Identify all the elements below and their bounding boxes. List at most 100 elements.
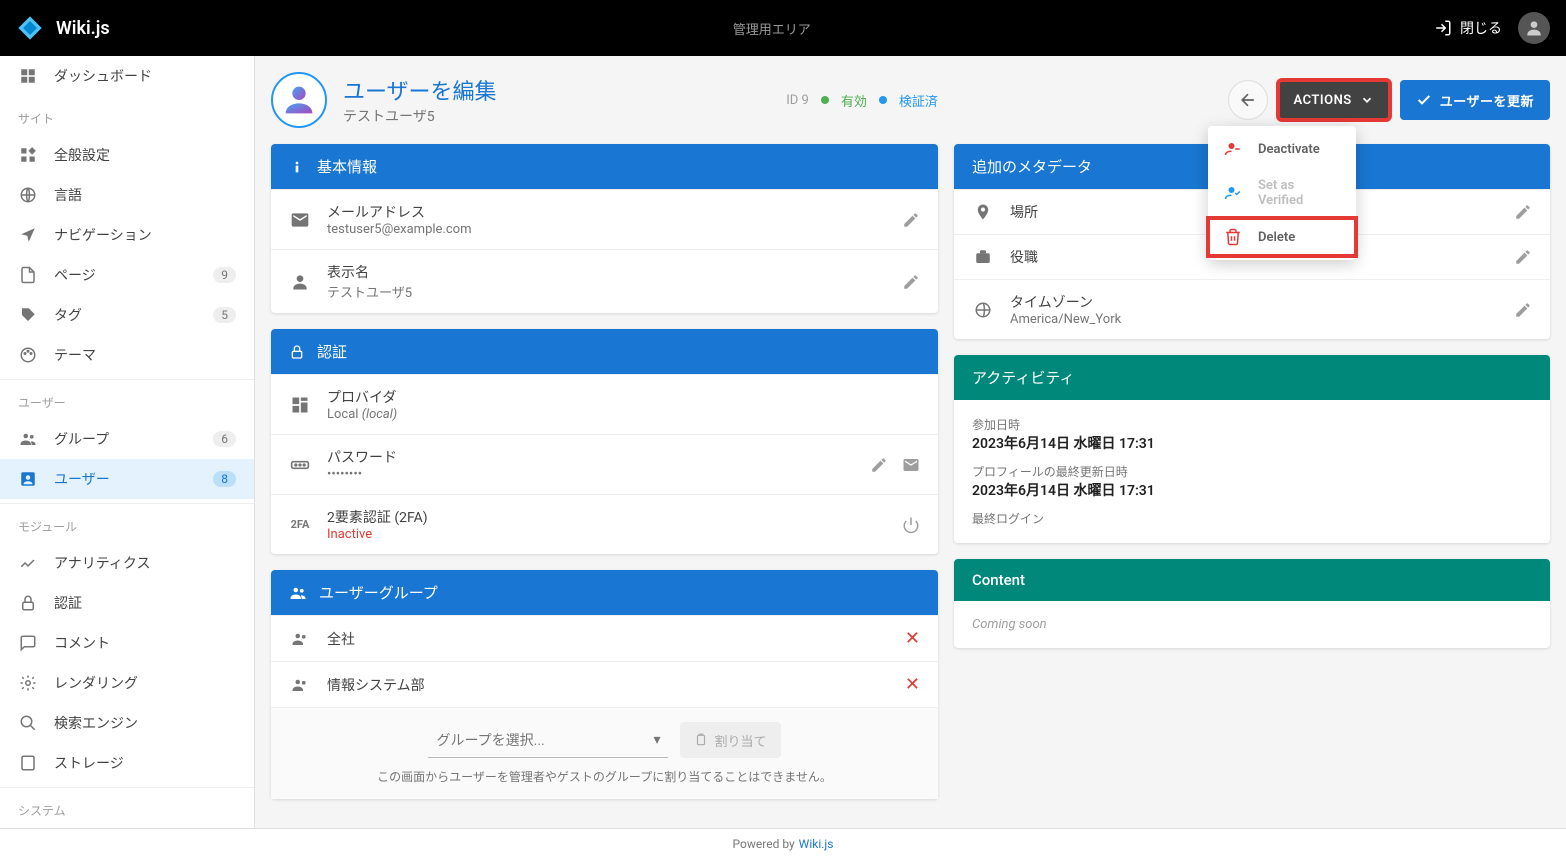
sidebar-section-users: ユーザー — [0, 379, 254, 419]
info-icon — [289, 159, 305, 175]
user-avatar[interactable] — [1518, 12, 1550, 44]
content-header: Content — [954, 559, 1550, 601]
actions-menu: Deactivate Set as Verified Delete — [1208, 126, 1356, 260]
footer: Powered by Wiki.js — [0, 828, 1566, 858]
status-dot-verified — [879, 96, 887, 104]
exit-icon — [1434, 19, 1452, 37]
close-label: 閉じる — [1460, 18, 1502, 38]
sidebar-item-dashboard[interactable]: ダッシュボード — [0, 56, 254, 96]
user-check-icon — [1224, 184, 1242, 202]
remove-group-button[interactable]: ✕ — [905, 674, 920, 695]
chevron-down-icon — [1360, 93, 1374, 107]
sidebar-item-navigation[interactable]: ナビゲーション — [0, 215, 254, 255]
footer-link[interactable]: Wiki.js — [799, 837, 834, 851]
sidebar-item-tags[interactable]: タグ 5 — [0, 295, 254, 335]
actions-button[interactable]: Actions — [1278, 80, 1390, 120]
edit-timezone-button[interactable] — [1514, 301, 1532, 319]
widgets-icon — [18, 145, 38, 165]
sidebar-section-site: サイト — [0, 96, 254, 135]
password-row: パスワード •••••••• — [271, 434, 938, 494]
search-icon — [18, 713, 38, 733]
status-verified: 検証済 — [899, 91, 938, 110]
groups-note: この画面からユーザーを管理者やゲストのグループに割り当てることはできません。 — [289, 768, 920, 785]
back-button[interactable] — [1228, 80, 1268, 120]
check-icon — [1416, 92, 1432, 108]
group-row-0: 全社 ✕ — [271, 615, 938, 661]
lock-icon — [18, 593, 38, 613]
content-body: Coming soon — [954, 601, 1550, 648]
tfa-power-button[interactable] — [902, 516, 920, 534]
menu-item-deactivate[interactable]: Deactivate — [1208, 130, 1356, 168]
edit-location-button[interactable] — [1514, 203, 1532, 221]
group-select[interactable]: グループを選択... ▾ — [428, 722, 668, 758]
remove-group-button[interactable]: ✕ — [905, 628, 920, 649]
user-id-label: ID 9 — [786, 93, 809, 108]
password-icon — [289, 455, 311, 475]
edit-name-button[interactable] — [902, 273, 920, 291]
basic-info-card: 基本情報 メールアドレス testuser5@example.com 表 — [271, 144, 938, 313]
page-subtitle: テストユーザ5 — [343, 106, 497, 126]
topbar-title: 管理用エリア — [110, 19, 1434, 38]
clipboard-icon — [694, 733, 708, 747]
close-button[interactable]: 閉じる — [1434, 18, 1502, 38]
sidebar-item-users[interactable]: ユーザー 8 — [0, 459, 254, 499]
mail-password-button[interactable] — [902, 456, 920, 474]
tag-icon — [18, 305, 38, 325]
update-user-button[interactable]: ユーザーを更新 — [1400, 80, 1550, 120]
sidebar-item-theme[interactable]: テーマ — [0, 335, 254, 375]
sidebar-item-comments[interactable]: コメント — [0, 623, 254, 663]
groups-card: ユーザーグループ 全社 ✕ 情報システム部 ✕ — [271, 570, 938, 799]
groups-icon — [289, 584, 307, 602]
group-row-1: 情報システム部 ✕ — [271, 661, 938, 707]
auth-card: 認証 プロバイダ Local (local) パスワード •••••• — [271, 329, 938, 554]
sidebar-section-system: システム — [0, 787, 254, 827]
sidebar-item-search[interactable]: 検索エンジン — [0, 703, 254, 743]
groups-icon — [289, 676, 311, 694]
storage-icon — [18, 753, 38, 773]
sidebar-item-auth[interactable]: 認証 — [0, 583, 254, 623]
topbar: Wiki.js 管理用エリア 閉じる — [0, 0, 1566, 56]
menu-item-delete[interactable]: Delete — [1208, 218, 1356, 256]
edit-job-button[interactable] — [1514, 248, 1532, 266]
header-meta: ID 9 有効 検証済 — [513, 91, 1212, 110]
timezone-row: タイムゾーン America/New_York — [954, 279, 1550, 339]
map-pin-icon — [972, 203, 994, 221]
groups-footer: グループを選択... ▾ 割り当て この画面からユーザーを管理者やゲストのグルー… — [271, 707, 938, 799]
tfa-row: 2FA 2要素認証 (2FA) Inactive — [271, 494, 938, 554]
sidebar-item-pages[interactable]: ページ 9 — [0, 255, 254, 295]
sidebar-item-general[interactable]: 全般設定 — [0, 135, 254, 175]
palette-icon — [18, 345, 38, 365]
globe-icon — [18, 185, 38, 205]
menu-item-verify: Set as Verified — [1208, 168, 1356, 218]
edit-email-button[interactable] — [902, 211, 920, 229]
cogs-icon — [18, 673, 38, 693]
file-icon — [18, 265, 38, 285]
email-row: メールアドレス testuser5@example.com — [271, 189, 938, 249]
sidebar-item-storage[interactable]: ストレージ — [0, 743, 254, 783]
person-icon — [289, 272, 311, 292]
location-arrow-icon — [18, 225, 38, 245]
globe-icon — [972, 301, 994, 319]
tfa-icon: 2FA — [289, 518, 311, 531]
content-card: Content Coming soon — [954, 559, 1550, 648]
briefcase-icon — [972, 248, 994, 266]
email-icon — [289, 210, 311, 230]
edit-password-button[interactable] — [870, 456, 888, 474]
sidebar-item-rendering[interactable]: レンダリング — [0, 663, 254, 703]
status-enabled: 有効 — [841, 91, 867, 110]
page-header: ユーザーを編集 テストユーザ5 ID 9 有効 検証済 Actions — [271, 72, 1550, 128]
auth-header: 認証 — [271, 329, 938, 374]
page-title: ユーザーを編集 — [343, 74, 497, 106]
sidebar-item-language[interactable]: 言語 — [0, 175, 254, 215]
brand: Wiki.js — [16, 14, 110, 42]
display-name-row: 表示名 テストユーザ5 — [271, 249, 938, 313]
sidebar-item-groups[interactable]: グループ 6 — [0, 419, 254, 459]
user-icon — [18, 469, 38, 489]
sidebar-section-modules: モジュール — [0, 503, 254, 543]
sidebar-item-analytics[interactable]: アナリティクス — [0, 543, 254, 583]
groups-icon — [18, 429, 38, 449]
sidebar: ダッシュボード サイト 全般設定 言語 ナビゲーション ページ 9 タグ 5 テ… — [0, 56, 255, 828]
assign-group-button[interactable]: 割り当て — [680, 722, 780, 758]
domain-icon — [289, 395, 311, 415]
dropdown-icon: ▾ — [653, 732, 660, 748]
